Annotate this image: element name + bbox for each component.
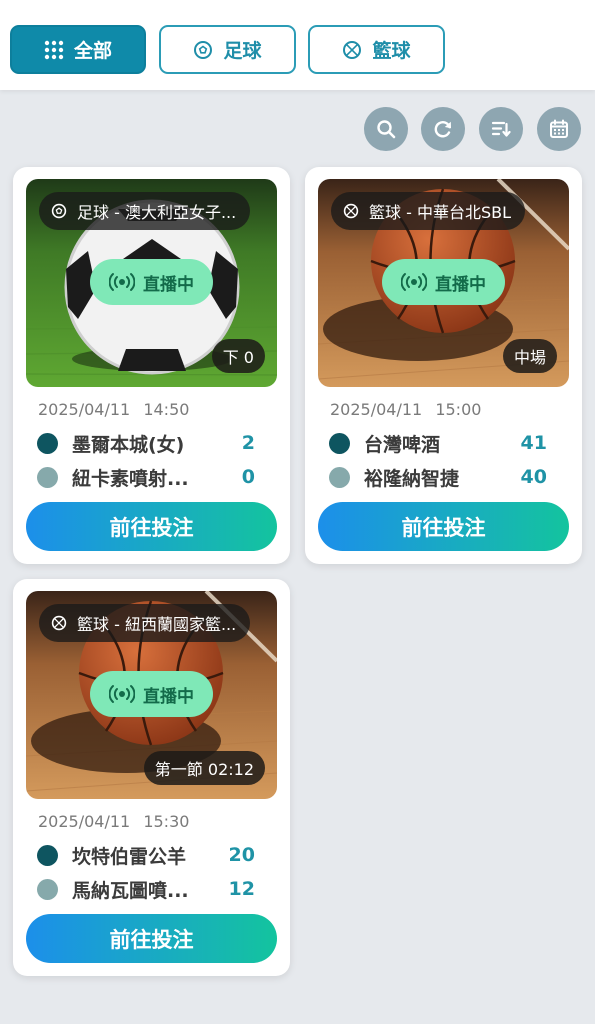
match-card[interactable]: 籃球 - 紐西蘭國家籃... 直播中 第一節 02:12 2025/04/11 … bbox=[13, 579, 290, 976]
away-team-name: 裕隆納智捷 bbox=[364, 467, 460, 490]
tab-basketball[interactable]: 籃球 bbox=[308, 25, 445, 74]
away-team-dot bbox=[37, 466, 58, 488]
live-badge: 直播中 bbox=[90, 671, 213, 717]
home-team-score: 20 bbox=[228, 844, 255, 866]
home-team-row: 台灣啤酒 41 bbox=[329, 430, 559, 456]
match-card[interactable]: 足球 - 澳大利亞女子... 直播中 下 0 2025/04/11 14:50 … bbox=[13, 167, 290, 564]
match-datetime: 2025/04/11 15:00 bbox=[330, 400, 481, 419]
calendar-button[interactable] bbox=[537, 107, 581, 151]
tab-basketball-label: 籃球 bbox=[372, 40, 411, 62]
match-datetime: 2025/04/11 14:50 bbox=[38, 400, 189, 419]
basketball-icon bbox=[343, 40, 362, 59]
tab-all[interactable]: 全部 bbox=[10, 25, 146, 74]
match-image: 足球 - 澳大利亞女子... 直播中 下 0 bbox=[26, 179, 277, 387]
live-label: 直播中 bbox=[143, 686, 194, 707]
bet-button[interactable]: 前往投注 bbox=[26, 502, 277, 551]
refresh-icon bbox=[434, 121, 451, 138]
match-card[interactable]: 籃球 - 中華台北SBL 直播中 中場 2025/04/11 15:00 台灣啤… bbox=[305, 167, 582, 564]
sort-button[interactable] bbox=[479, 107, 523, 151]
home-team-score: 41 bbox=[520, 432, 547, 454]
away-team-dot bbox=[37, 878, 58, 900]
league-name: 足球 - 澳大利亞女子... bbox=[77, 203, 237, 222]
match-date: 2025/04/11 bbox=[38, 400, 131, 419]
away-team-score: 0 bbox=[241, 466, 255, 488]
live-label: 直播中 bbox=[435, 274, 486, 295]
away-team-dot bbox=[329, 466, 350, 488]
match-image: 籃球 - 紐西蘭國家籃... 直播中 第一節 02:12 bbox=[26, 591, 277, 799]
home-team-dot bbox=[329, 432, 350, 454]
refresh-button[interactable] bbox=[421, 107, 465, 151]
home-team-name: 坎特伯雷公羊 bbox=[72, 845, 187, 868]
search-icon bbox=[377, 120, 396, 139]
away-team-score: 12 bbox=[228, 878, 255, 900]
soccer-ball-icon bbox=[51, 203, 67, 219]
home-team-name: 墨爾本城(女) bbox=[72, 433, 185, 456]
basketball-icon bbox=[343, 203, 359, 219]
tab-soccer-label: 足球 bbox=[223, 40, 262, 62]
match-time: 15:00 bbox=[435, 400, 482, 419]
match-date: 2025/04/11 bbox=[38, 812, 131, 831]
away-team-row: 裕隆納智捷 40 bbox=[329, 464, 559, 490]
match-status: 第一節 02:12 bbox=[143, 751, 265, 785]
grid-icon bbox=[44, 40, 64, 59]
bet-button[interactable]: 前往投注 bbox=[318, 502, 569, 551]
home-team-dot bbox=[37, 844, 58, 866]
away-team-row: 馬納瓦圖噴... 12 bbox=[37, 876, 267, 902]
league-name: 籃球 - 紐西蘭國家籃... bbox=[77, 615, 237, 634]
away-team-score: 40 bbox=[520, 466, 547, 488]
live-label: 直播中 bbox=[143, 274, 194, 295]
home-team-row: 坎特伯雷公羊 20 bbox=[37, 842, 267, 868]
match-image: 籃球 - 中華台北SBL 直播中 中場 bbox=[318, 179, 569, 387]
league-badge: 籃球 - 紐西蘭國家籃... bbox=[39, 604, 251, 642]
live-broadcast-icon bbox=[401, 273, 427, 291]
soccer-ball-icon bbox=[194, 40, 213, 59]
tab-all-label: 全部 bbox=[73, 40, 112, 62]
search-button[interactable] bbox=[364, 107, 408, 151]
match-status: 中場 bbox=[502, 339, 557, 373]
match-time: 14:50 bbox=[143, 400, 190, 419]
match-date: 2025/04/11 bbox=[330, 400, 423, 419]
live-badge: 直播中 bbox=[382, 259, 505, 305]
home-team-dot bbox=[37, 432, 58, 454]
calendar-icon bbox=[550, 119, 568, 138]
live-badge: 直播中 bbox=[90, 259, 213, 305]
away-team-name: 馬納瓦圖噴... bbox=[72, 879, 189, 902]
home-team-score: 2 bbox=[241, 432, 255, 454]
filter-bar: 全部 足球 籃球 bbox=[0, 0, 595, 90]
match-datetime: 2025/04/11 15:30 bbox=[38, 812, 189, 831]
away-team-row: 紐卡素噴射... 0 bbox=[37, 464, 267, 490]
bet-button[interactable]: 前往投注 bbox=[26, 914, 277, 963]
live-broadcast-icon bbox=[109, 685, 135, 703]
sort-icon bbox=[491, 121, 511, 137]
away-team-name: 紐卡素噴射... bbox=[72, 467, 189, 490]
home-team-row: 墨爾本城(女) 2 bbox=[37, 430, 267, 456]
home-team-name: 台灣啤酒 bbox=[364, 433, 441, 456]
tab-soccer[interactable]: 足球 bbox=[159, 25, 296, 74]
match-time: 15:30 bbox=[143, 812, 190, 831]
live-broadcast-icon bbox=[109, 273, 135, 291]
match-status: 下 0 bbox=[211, 339, 265, 373]
league-badge: 籃球 - 中華台北SBL bbox=[331, 192, 525, 230]
basketball-icon bbox=[51, 615, 67, 631]
league-badge: 足球 - 澳大利亞女子... bbox=[39, 192, 251, 230]
league-name: 籃球 - 中華台北SBL bbox=[369, 203, 511, 222]
